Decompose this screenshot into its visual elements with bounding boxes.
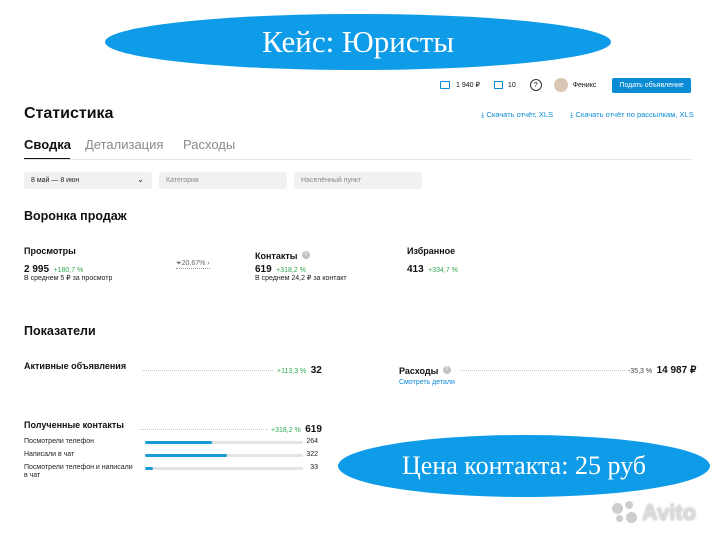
- tab-summary[interactable]: Сводка: [24, 137, 71, 152]
- views-change: +180,7 %: [53, 267, 84, 274]
- info-icon[interactable]: ?: [301, 250, 310, 259]
- received-contacts-label: Полученные контакты: [24, 420, 124, 430]
- city-input[interactable]: Населённый пункт: [294, 172, 422, 189]
- favorites-value-row: 413 +334,7 %: [407, 259, 458, 277]
- expenses-label-row: Расходы ?: [399, 361, 451, 379]
- chevron-down-icon: ⌄: [137, 175, 144, 184]
- help-icon[interactable]: ?: [529, 79, 542, 91]
- active-ads-change: +113,3 %: [277, 368, 307, 375]
- date-range-select[interactable]: 8 май — 8 июн ⌄: [24, 172, 152, 189]
- bonus-count[interactable]: 10: [508, 82, 516, 89]
- funnel-title: Воронка продаж: [24, 209, 127, 223]
- received-contacts-dots: [140, 429, 268, 430]
- avatar[interactable]: [553, 78, 568, 92]
- banner-bottom: Цена контакта: 25 руб: [338, 435, 710, 497]
- favorites-value: 413: [407, 264, 424, 275]
- favorites-change: +334,7 %: [428, 267, 458, 274]
- received-row-bar-0: [145, 441, 303, 444]
- favorites-label: Избранное: [407, 246, 456, 256]
- expenses-change: -35,3 %: [628, 368, 653, 375]
- user-name[interactable]: Феникс: [573, 82, 597, 89]
- chevron-right-icon: ›: [205, 260, 210, 267]
- active-ads-label: Активные объявления: [24, 361, 127, 371]
- avito-watermark: Avito: [612, 500, 696, 526]
- expenses-details-link[interactable]: Смотреть детали: [399, 379, 455, 386]
- received-row-bar-1: [145, 454, 303, 457]
- tab-details[interactable]: Детализация: [85, 137, 163, 152]
- wallet-icon[interactable]: [440, 81, 450, 89]
- received-contacts-value-row: +318,2 % 619: [271, 419, 322, 437]
- topbar: 1 940 ₽ 10 ? Феникс Подать объявление: [440, 76, 691, 94]
- balance[interactable]: 1 940 ₽: [456, 81, 480, 89]
- avito-logo-icon: [612, 501, 638, 525]
- expenses-dots: [460, 370, 625, 371]
- received-row-value-0: 264: [306, 438, 318, 445]
- contacts-avg: В среднем 24,2 ₽ за контакт: [255, 275, 347, 282]
- banner-top: Кейс: Юристы: [105, 14, 611, 70]
- indicators-title: Показатели: [24, 324, 96, 338]
- received-row-label-2: Посмотрели телефон и написали в чат: [24, 464, 133, 479]
- page-title: Статистика: [24, 105, 114, 122]
- download-report-link[interactable]: ⤓ Скачать отчёт, XLS: [481, 110, 553, 120]
- avito-wordmark: Avito: [642, 500, 697, 525]
- expenses-value: 14 987 ₽: [656, 365, 697, 376]
- post-ad-button[interactable]: Подать объявление: [612, 77, 691, 93]
- views-avg: В среднем 5 ₽ за просмотр: [24, 275, 113, 282]
- received-row-value-1: 322: [306, 451, 318, 458]
- received-row-label-0: Посмотрели телефон: [24, 438, 94, 445]
- received-row-label-1: Написали в чат: [24, 451, 75, 458]
- expenses-value-row: -35,3 % 14 987 ₽: [628, 360, 696, 378]
- expenses-label: Расходы: [399, 366, 439, 376]
- received-row-bar-2: [145, 467, 303, 470]
- views-label: Просмотры: [24, 246, 76, 256]
- tab-expenses[interactable]: Расходы: [183, 137, 235, 152]
- active-ads-value: 32: [310, 365, 322, 376]
- info-icon[interactable]: ?: [442, 365, 451, 374]
- active-ads-value-row: +113,3 % 32: [277, 360, 322, 378]
- received-contacts-value: 619: [305, 424, 322, 435]
- received-row-bar-fill-0: [145, 441, 213, 444]
- conversion-badge[interactable]: ⏷20,67% ›: [176, 260, 210, 269]
- active-ads-dots: [143, 370, 273, 371]
- tabs-divider: [24, 159, 692, 160]
- banner-bottom-text: Цена контакта: 25 руб: [402, 451, 646, 480]
- received-row-bar-fill-2: [145, 467, 154, 470]
- received-contacts-change: +318,2 %: [271, 427, 301, 434]
- banner-top-text: Кейс: Юристы: [261, 24, 455, 59]
- received-row-bar-fill-1: [145, 454, 228, 457]
- category-input[interactable]: Категория: [159, 172, 287, 189]
- bonus-icon[interactable]: [493, 81, 503, 89]
- download-mailing-report-link[interactable]: ⤓ Скачать отчёт по рассылкам, XLS: [570, 110, 694, 120]
- received-row-value-2: 33: [310, 464, 318, 471]
- contacts-change: +318,2 %: [276, 267, 306, 274]
